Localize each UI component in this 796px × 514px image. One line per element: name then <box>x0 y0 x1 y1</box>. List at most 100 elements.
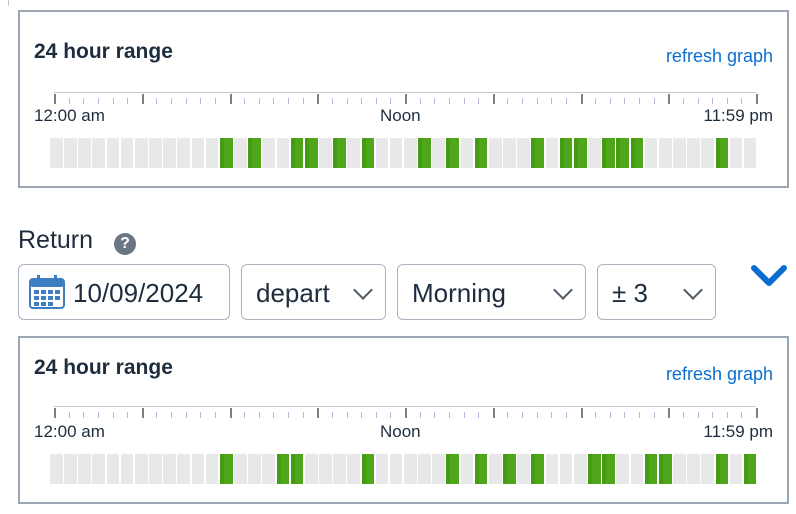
ruler-tick <box>288 412 289 418</box>
empty-slot <box>488 454 502 484</box>
axis-start-label: 12:00 am <box>34 422 105 441</box>
ruler-tick <box>346 412 348 418</box>
empty-slot <box>404 138 417 168</box>
ruler-tick <box>288 98 289 104</box>
help-icon[interactable]: ? <box>114 233 136 255</box>
empty-slot <box>50 138 63 168</box>
empty-slot <box>134 138 148 168</box>
ruler-tick <box>712 412 714 418</box>
ruler-tick <box>54 94 56 104</box>
refresh-graph-link[interactable]: refresh graph <box>666 364 773 385</box>
empty-slot <box>64 138 77 168</box>
empty-slot <box>92 138 106 168</box>
empty-slot <box>347 138 361 168</box>
ruler-tick <box>200 98 202 104</box>
ruler-tick <box>463 412 465 418</box>
available-slot <box>616 138 630 168</box>
available-slot <box>290 454 304 484</box>
empty-slot <box>616 454 630 484</box>
empty-slot <box>545 138 559 168</box>
panel-title: 24 hour range <box>34 40 173 63</box>
ruler-tick <box>317 94 320 104</box>
calendar-icon[interactable] <box>29 275 65 309</box>
refresh-graph-link[interactable]: refresh graph <box>666 46 773 67</box>
empty-slot <box>304 454 318 484</box>
ruler-tick <box>668 94 671 104</box>
ruler-tick <box>419 98 421 104</box>
empty-slot <box>149 454 162 484</box>
empty-slot <box>234 454 247 484</box>
empty-slot <box>418 454 431 484</box>
ruler-tick <box>127 412 129 418</box>
ruler-tick <box>200 412 202 418</box>
axis-noon-label: Noon <box>380 106 421 125</box>
available-slot <box>304 138 318 168</box>
available-slot <box>743 454 757 484</box>
ruler-tick <box>171 412 172 418</box>
available-slot <box>446 138 460 168</box>
ruler-tick <box>317 408 320 418</box>
chevron-down-icon <box>553 280 573 300</box>
return-date-field[interactable]: 10/09/2024 <box>18 264 230 320</box>
time-range-value: ± 3 <box>612 278 648 308</box>
ruler-tick <box>565 412 567 418</box>
ruler-tick <box>639 98 640 104</box>
ruler-tick <box>390 98 392 104</box>
ruler-tick <box>185 412 187 418</box>
time-ruler <box>54 406 758 418</box>
empty-slot <box>375 454 389 484</box>
ruler-tick <box>712 98 714 104</box>
empty-slot <box>177 454 191 484</box>
available-slot <box>474 454 488 484</box>
empty-slot <box>92 454 106 484</box>
ruler-tick <box>141 94 144 104</box>
empty-slot <box>404 454 417 484</box>
ruler-tick <box>741 98 743 104</box>
panel-title: 24 hour range <box>34 356 173 379</box>
time-of-day-select[interactable]: Morning <box>397 264 586 320</box>
ruler-tick <box>448 98 450 104</box>
empty-slot <box>106 454 120 484</box>
depart-arrive-select[interactable]: depart <box>241 264 386 320</box>
ruler-tick <box>229 94 232 104</box>
expand-chevron-icon[interactable] <box>750 262 788 290</box>
ruler-tick <box>112 98 114 104</box>
ruler-tick <box>639 412 640 418</box>
ruler-tick <box>405 408 407 418</box>
available-slot <box>361 138 375 168</box>
axis-noon-label: Noon <box>380 422 421 441</box>
empty-slot <box>687 138 700 168</box>
empty-slot <box>460 454 474 484</box>
empty-slot <box>687 454 700 484</box>
empty-slot <box>134 454 148 484</box>
ruler-tick <box>609 412 611 418</box>
available-slot <box>573 138 587 168</box>
ruler-tick <box>141 408 144 418</box>
empty-slot <box>191 454 205 484</box>
empty-slot <box>120 138 134 168</box>
empty-slot <box>120 454 134 484</box>
empty-slot <box>248 454 261 484</box>
available-slot <box>602 454 615 484</box>
ruler-tick <box>127 98 129 104</box>
return-24-hour-range-panel: 24 hour range refresh graph 12:00 am Noo… <box>18 336 789 504</box>
empty-slot <box>50 454 63 484</box>
empty-slot <box>673 138 686 168</box>
ruler-tick <box>522 98 523 104</box>
ruler-tick <box>405 94 407 104</box>
ruler-tick <box>741 412 743 418</box>
available-slot <box>276 454 290 484</box>
available-slot <box>658 454 672 484</box>
empty-slot <box>191 138 205 168</box>
empty-slot <box>644 138 658 168</box>
time-range-select[interactable]: ± 3 <box>597 264 716 320</box>
ruler-tick <box>156 412 158 418</box>
ruler-tick <box>54 408 56 418</box>
available-slot <box>630 138 644 168</box>
available-slot <box>446 454 460 484</box>
available-slot <box>248 138 261 168</box>
ruler-tick <box>536 412 538 418</box>
ruler-tick <box>361 98 363 104</box>
empty-slot <box>673 454 686 484</box>
ruler-tick <box>83 98 85 104</box>
